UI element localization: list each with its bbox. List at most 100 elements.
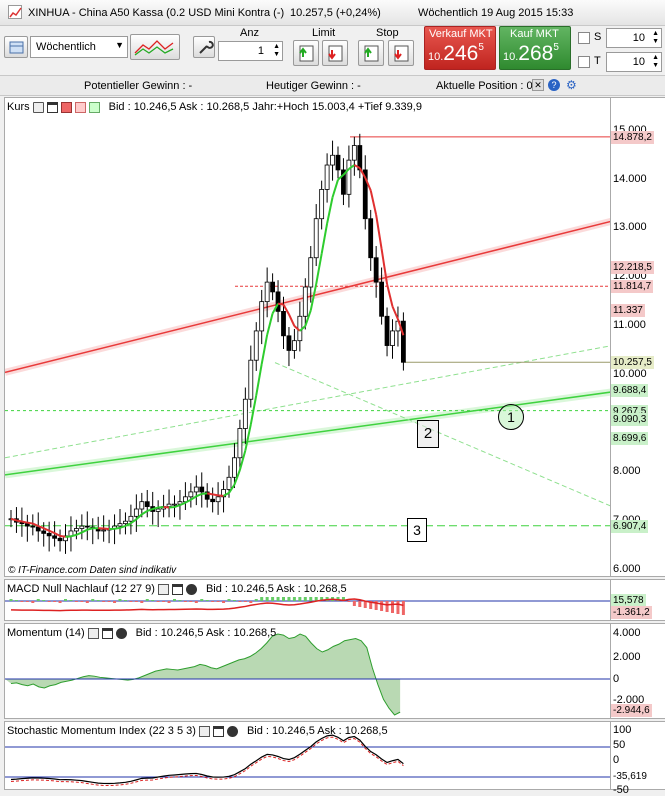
price-tick: 14.000 xyxy=(613,173,647,185)
s-checkbox[interactable] xyxy=(578,32,590,44)
chart-icon xyxy=(8,5,22,19)
marker-3[interactable]: 3 xyxy=(407,518,427,542)
moving-average-segment xyxy=(49,531,54,533)
sell-price-prefix: 10. xyxy=(428,51,443,63)
t-checkbox[interactable] xyxy=(578,56,590,68)
t-input[interactable]: 10▲▼ xyxy=(606,52,662,72)
marker-1[interactable]: 1 xyxy=(498,404,524,430)
candle-body xyxy=(211,499,215,501)
moving-average-segment xyxy=(153,508,158,509)
window-icon[interactable] xyxy=(102,628,113,639)
momentum-tick: 2.000 xyxy=(613,651,641,663)
window-icon[interactable] xyxy=(47,102,58,113)
close-icon[interactable] xyxy=(116,628,127,639)
smi-tick: 100 xyxy=(613,724,631,736)
smi-axis: 100 50 0 -35,619 -50 xyxy=(611,721,665,790)
macd-bar xyxy=(26,601,29,602)
wrench-icon[interactable] xyxy=(33,102,44,113)
macd-panel[interactable]: MACD Null Nachlauf (12 27 9) Bid : 10.24… xyxy=(4,579,611,621)
macd-bar xyxy=(15,600,18,601)
moving-average-segment xyxy=(207,493,212,494)
window-icon[interactable] xyxy=(172,584,183,595)
price-level-tag: 8.699,6 xyxy=(611,432,648,445)
sell-market-button[interactable]: Verkauf MKT 10.2465 xyxy=(424,26,496,70)
window-icon[interactable] xyxy=(213,726,224,737)
sell-price-sup: 5 xyxy=(478,42,484,53)
limit-buy-button[interactable] xyxy=(293,40,319,66)
tools-button[interactable] xyxy=(193,36,215,58)
spinner-icon[interactable]: ▲▼ xyxy=(273,43,280,59)
smi-name: Stochastic Momentum Index (22 3 5 3) xyxy=(7,725,196,737)
chart-settings-button[interactable] xyxy=(4,36,28,58)
momentum-name: Momentum (14) xyxy=(7,627,85,639)
moving-average-segment xyxy=(55,533,60,536)
price-level-tag: 12.218,5 xyxy=(611,261,654,274)
macd-bar xyxy=(140,601,143,603)
panel-name: Kurs xyxy=(7,101,30,113)
wrench-icon[interactable] xyxy=(199,726,210,737)
momentum-tick: 4.000 xyxy=(613,627,641,639)
moving-average-segment xyxy=(327,197,332,223)
limit-sell-button[interactable] xyxy=(322,40,348,66)
quantity-input[interactable]: 1 ▲▼ xyxy=(218,41,283,61)
s-label: S xyxy=(594,31,601,43)
macd-bar xyxy=(249,601,252,603)
macd-bar xyxy=(282,597,285,601)
close-icon[interactable] xyxy=(186,584,197,595)
stop-label: Stop xyxy=(376,27,399,39)
candle-body xyxy=(249,360,253,399)
close-icon[interactable] xyxy=(227,726,238,737)
indicator-button[interactable] xyxy=(130,34,180,60)
macd-bar xyxy=(178,600,181,601)
s-spinner-icon[interactable]: ▲▼ xyxy=(652,30,659,46)
macd-bar xyxy=(304,597,307,601)
macd-axis: 15,578 -1.361,2 xyxy=(611,579,665,621)
macd-bar xyxy=(189,601,192,602)
candle-body xyxy=(156,509,160,511)
help-icon[interactable]: ? xyxy=(548,79,560,91)
candle-body xyxy=(260,302,264,331)
layout-icon xyxy=(5,37,29,59)
arrow-down-icon[interactable] xyxy=(75,102,86,113)
delete-icon[interactable] xyxy=(61,102,72,113)
wrench-icon[interactable] xyxy=(88,628,99,639)
momentum-info: Bid : 10.246,5 Ask : 10.268,5 xyxy=(136,627,277,639)
macd-bar xyxy=(391,601,394,613)
close-position-icon[interactable]: ✕ xyxy=(532,79,544,91)
t-spinner-icon[interactable]: ▲▼ xyxy=(652,54,659,70)
limit-up-icon xyxy=(294,41,320,67)
moving-average-segment xyxy=(289,314,294,326)
smi-panel[interactable]: Stochastic Momentum Index (22 3 5 3) Bid… xyxy=(4,721,611,790)
macd-bar xyxy=(347,601,350,602)
moving-average-segment xyxy=(60,536,65,537)
moving-average-segment xyxy=(27,523,32,524)
price-level-tag: 9.090,3 xyxy=(611,413,648,426)
price-chart[interactable] xyxy=(5,98,611,577)
macd-bar xyxy=(97,600,100,601)
price-change: 10.257,5 (+0,24%) xyxy=(290,7,381,19)
arrow-up-icon[interactable] xyxy=(89,102,100,113)
candle-body xyxy=(118,524,122,526)
quantity-value: 1 xyxy=(258,45,264,57)
macd-bar xyxy=(309,597,312,601)
settings-gear-icon[interactable]: ⚙ xyxy=(566,78,577,92)
buy-price-sup: 5 xyxy=(553,42,559,53)
candle-body xyxy=(167,504,171,506)
price-chart-panel[interactable]: Kurs Bid : 10.246,5 Ask : 10.268,5 Jahr:… xyxy=(4,97,611,577)
macd-bar xyxy=(151,600,154,601)
macd-bar xyxy=(173,599,176,601)
candle-body xyxy=(391,331,395,346)
timeframe-select[interactable]: Wöchentlich ▼ xyxy=(30,36,128,58)
limit-label: Limit xyxy=(312,27,335,39)
wrench-icon[interactable] xyxy=(158,584,169,595)
buy-market-button[interactable]: Kauf MKT 10.2685 xyxy=(499,26,571,70)
momentum-panel[interactable]: Momentum (14) Bid : 10.246,5 Ask : 10.26… xyxy=(4,623,611,719)
macd-bar xyxy=(206,600,209,601)
stop-sell-button[interactable] xyxy=(388,40,414,66)
marker-2[interactable]: 2 xyxy=(417,420,439,448)
toolbar: Wöchentlich ▼ Anz 1 ▲▼ Limit Stop Verkau… xyxy=(0,26,665,76)
momentum-axis: 4.000 2.000 0 -2.000 -2.944,6 xyxy=(611,623,665,719)
macd-bar xyxy=(222,601,225,603)
s-input[interactable]: 10▲▼ xyxy=(606,28,662,48)
stop-buy-button[interactable] xyxy=(358,40,384,66)
